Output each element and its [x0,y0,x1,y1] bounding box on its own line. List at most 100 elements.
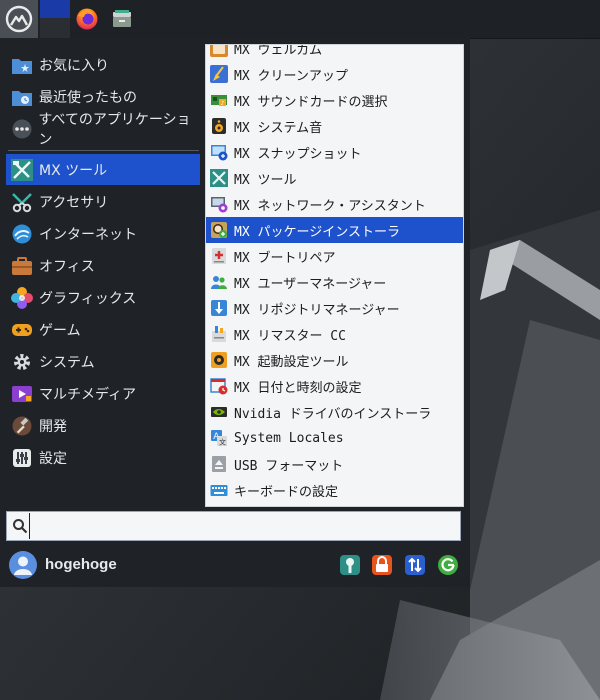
nvidia-icon [209,402,229,422]
repo-manager-icon [209,298,229,318]
lock-screen-button[interactable] [370,553,394,577]
app-label: MX リポジトリマネージャー [234,302,400,318]
user-manager-icon [209,272,229,292]
app-item-mx-cleanup[interactable]: MX クリーンアップ [206,61,463,87]
app-item-mx-snapshot[interactable]: MX スナップショット [206,139,463,165]
search-bar [6,511,461,541]
category-accessories[interactable]: アクセサリ [6,186,200,217]
category-favorites[interactable]: お気に入り [6,49,200,80]
app-label: MX パッケージインストーラ [234,224,400,240]
app-item-mx-package-installer[interactable]: MX パッケージインストーラ [206,217,463,243]
app-item-mx-remaster-cc[interactable]: MX リマスター CC [206,321,463,347]
lock-screen-icon [372,555,392,575]
category-label: オフィス [39,258,95,275]
internet-icon [11,223,33,245]
app-item-usb-format[interactable]: USB フォーマット [206,451,463,477]
category-label: MX ツール [39,162,108,179]
logout-button[interactable] [436,553,460,577]
category-label: お気に入り [39,57,109,74]
username: hogehoge [45,556,117,573]
package-installer-icon [209,220,229,240]
firefox-launcher[interactable] [72,0,102,38]
accessories-icon [11,191,33,213]
app-item-mx-boot-options[interactable]: MX 起動設定ツール [206,347,463,373]
search-icon [11,517,29,535]
app-label: MX ネットワーク・アシスタント [234,198,426,214]
app-label: MX サウンドカードの選択 [234,94,388,110]
category-recent[interactable]: 最近使ったもの [6,81,200,112]
app-label: System Locales [234,430,344,446]
app-label: MX スナップショット [234,146,362,162]
category-system[interactable]: システム [6,346,200,377]
logout-icon [438,555,458,575]
mx-menu-button[interactable] [0,0,38,38]
welcome-icon [209,45,229,58]
mx-logo-icon [5,5,33,33]
app-item-mx-network-assistant[interactable]: MX ネットワーク・アシスタント [206,191,463,217]
games-icon [11,319,33,341]
app-label: Nvidia ドライバのインストーラ [234,406,432,422]
app-label: MX リマスター CC [234,328,346,344]
category-development[interactable]: 開発 [6,410,200,441]
category-label: 設定 [39,450,67,467]
category-label: インターネット [39,226,137,243]
remaster-icon [209,324,229,344]
category-label: グラフィックス [39,290,137,307]
app-label: MX ブートリペア [234,250,336,266]
category-label: すべてのアプリケーション [38,111,191,148]
category-graphics[interactable]: グラフィックス [6,282,200,313]
boot-options-icon [209,350,229,370]
category-mx-tools[interactable]: MX ツール [6,154,200,185]
category-label: システム [39,354,95,371]
snapshot-icon [209,142,229,162]
app-item-mx-system-sounds[interactable]: MX システム音 [206,113,463,139]
date-time-icon [209,376,229,396]
search-input[interactable] [29,513,456,539]
mx-tools-icon [209,168,229,188]
app-item-mx-user-manager[interactable]: MX ユーザーマネージャー [206,269,463,295]
app-label: MX ユーザーマネージャー [234,276,387,292]
category-games[interactable]: ゲーム [6,314,200,345]
switch-user-button[interactable] [403,553,427,577]
favorites-folder-icon [11,54,33,76]
app-item-mx-date-time[interactable]: MX 日付と時刻の設定 [206,373,463,399]
category-office[interactable]: オフィス [6,250,200,281]
file-manager-icon [113,10,131,27]
app-item-mx-welcome[interactable]: MX ウェルカム [206,45,463,61]
category-divider [8,150,199,151]
category-label: ゲーム [39,322,81,339]
app-item-mx-soundcard[interactable]: ♪ MX サウンドカードの選択 [206,87,463,113]
app-label: MX クリーンアップ [234,68,348,84]
app-item-mx-boot-repair[interactable]: MX ブートリペア [206,243,463,269]
settings-manager-icon [340,555,360,575]
app-label: MX ツール [234,172,297,188]
network-icon [209,194,229,214]
cleanup-broom-icon [209,64,229,84]
category-internet[interactable]: インターネット [6,218,200,249]
svg-text:文: 文 [219,438,226,447]
firefox-icon [76,8,98,30]
switch-user-icon [405,555,425,575]
app-item-system-locales[interactable]: A文 System Locales [206,425,463,451]
category-multimedia[interactable]: マルチメディア [6,378,200,409]
app-label: MX 起動設定ツール [234,354,349,370]
speaker-icon [209,116,229,136]
file-manager-launcher[interactable] [106,0,138,38]
category-all-applications[interactable]: すべてのアプリケーション [6,112,200,148]
graphics-icon [11,286,33,309]
app-label: MX 日付と時刻の設定 [234,380,362,396]
workspace-1[interactable] [40,0,70,18]
app-item-mx-repo-manager[interactable]: MX リポジトリマネージャー [206,295,463,321]
category-settings[interactable]: 設定 [6,442,200,473]
office-icon [11,255,33,277]
workspace-2[interactable] [40,18,70,38]
app-label: キーボードの設定 [234,484,339,500]
settings-manager-button[interactable] [338,553,362,577]
avatar[interactable] [9,551,37,579]
usb-format-icon [209,454,229,474]
app-item-mx-tools[interactable]: MX ツール [206,165,463,191]
app-item-nvidia-installer[interactable]: Nvidia ドライバのインストーラ [206,399,463,425]
app-item-keyboard-settings[interactable]: キーボードの設定 [206,477,463,503]
category-label: 最近使ったもの [39,89,137,106]
mx-tools-icon [11,158,33,181]
